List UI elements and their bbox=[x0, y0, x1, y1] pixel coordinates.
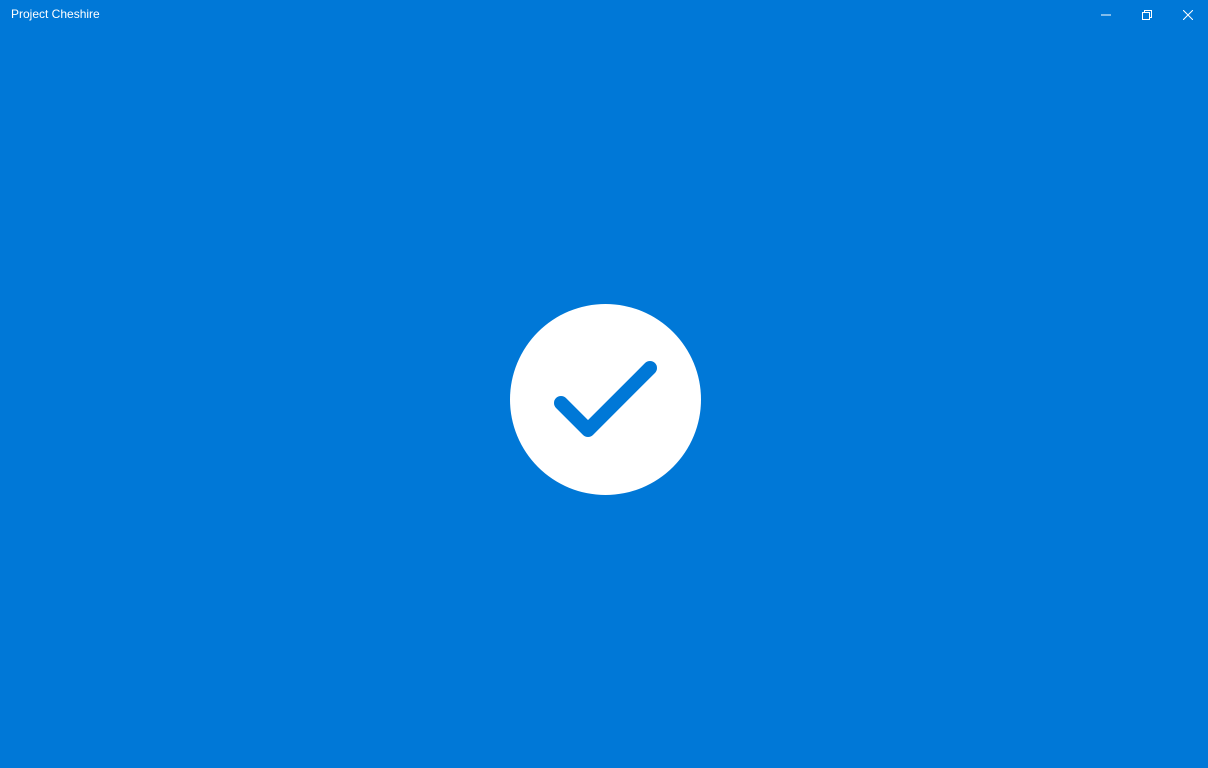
restore-icon bbox=[1141, 10, 1152, 20]
app-window: Project Cheshire bbox=[0, 0, 1208, 768]
close-icon bbox=[1182, 10, 1193, 20]
window-title: Project Cheshire bbox=[11, 7, 100, 21]
minimize-button[interactable] bbox=[1085, 0, 1126, 30]
restore-button[interactable] bbox=[1126, 0, 1167, 30]
minimize-icon bbox=[1100, 14, 1111, 16]
close-button[interactable] bbox=[1167, 0, 1208, 30]
check-circle-icon bbox=[554, 361, 657, 437]
title-bar[interactable]: Project Cheshire bbox=[0, 0, 1208, 30]
window-controls bbox=[1085, 0, 1208, 30]
success-badge bbox=[510, 304, 701, 495]
